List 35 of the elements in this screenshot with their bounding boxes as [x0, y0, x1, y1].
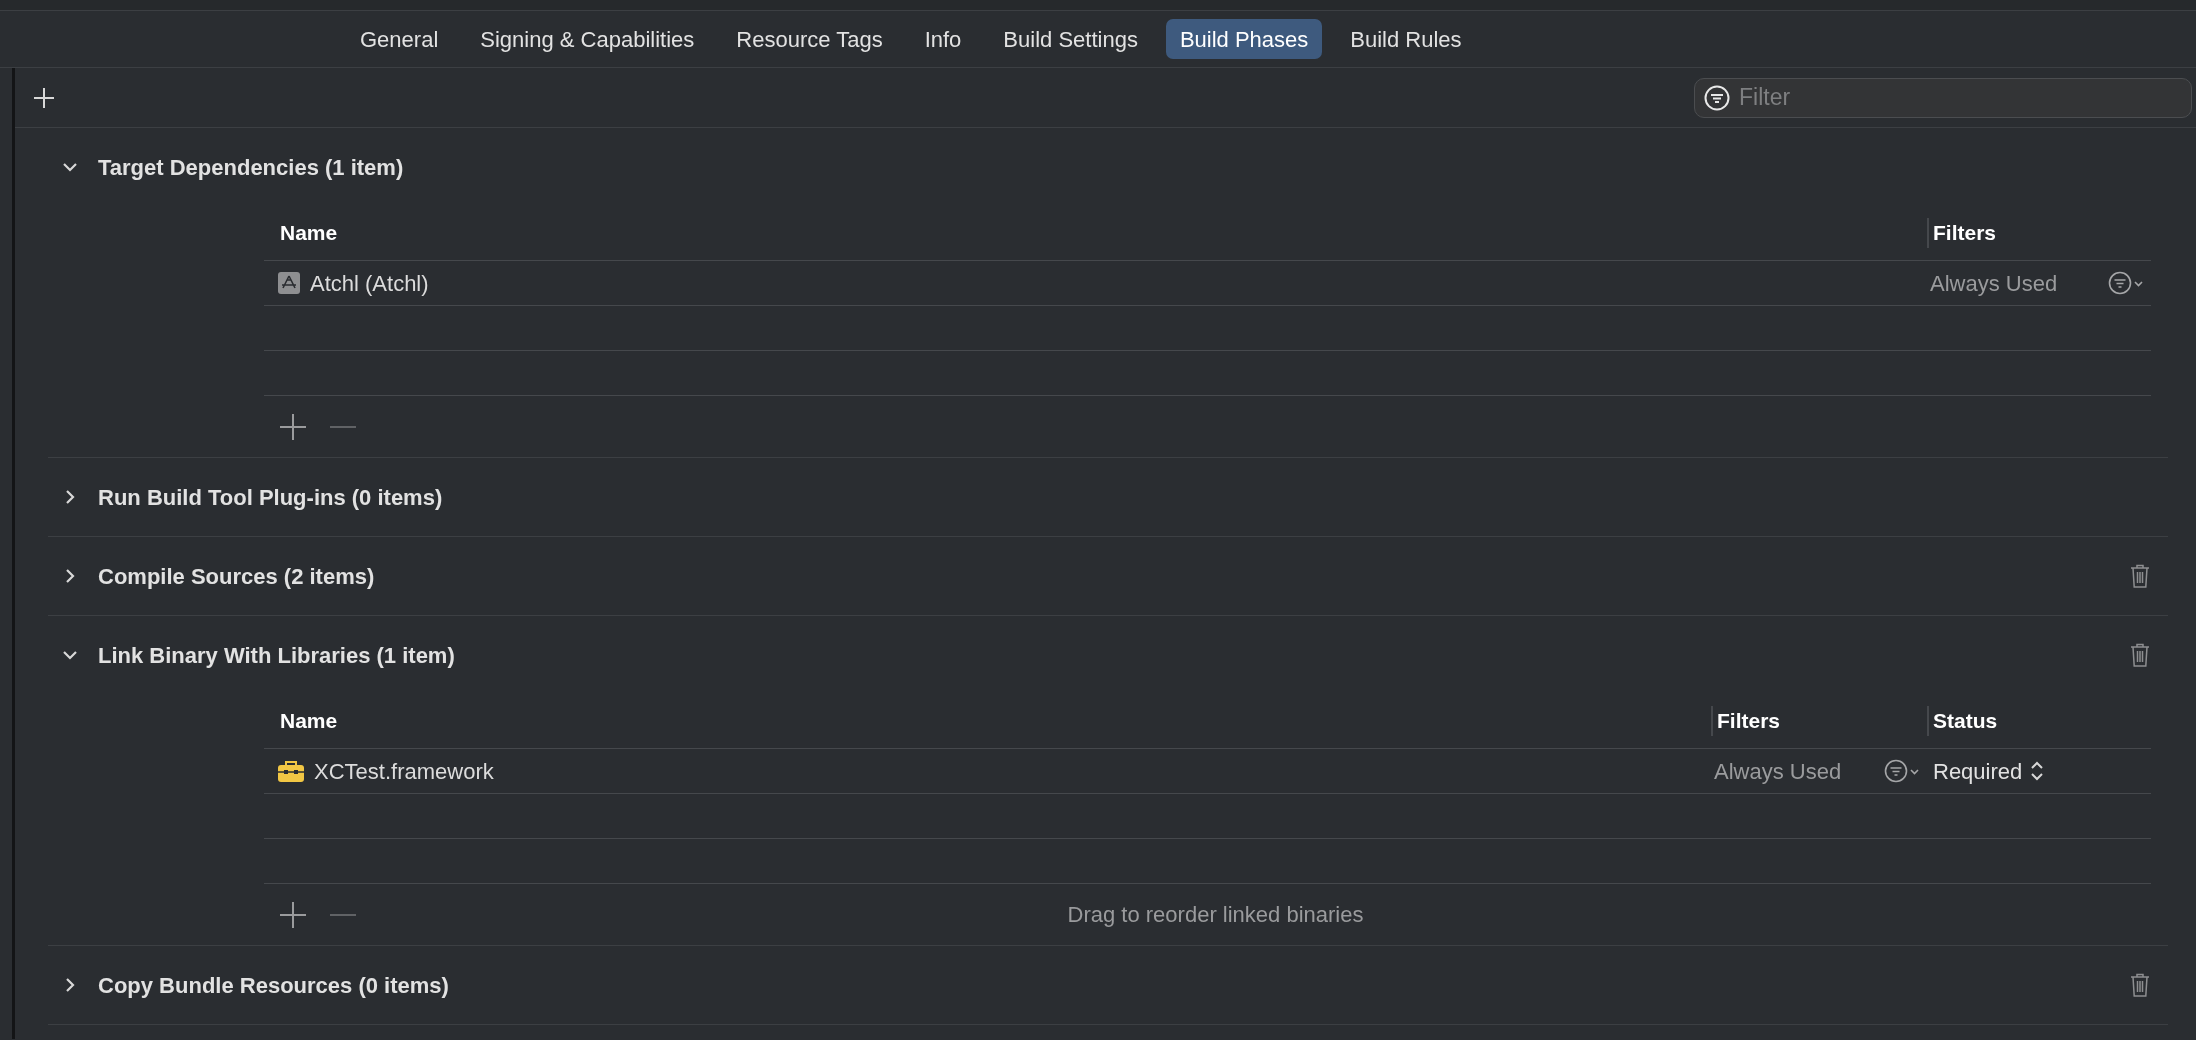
- section-title: Run Build Tool Plug-ins (0 items): [98, 483, 443, 512]
- item-name: Atchl (Atchl): [310, 269, 429, 298]
- add-icon[interactable]: [280, 413, 306, 440]
- filter-field[interactable]: Filter: [1694, 77, 2192, 118]
- section-title: Target Dependencies (1 item): [98, 153, 404, 182]
- section-title: Link Binary With Libraries (1 item): [98, 641, 455, 670]
- trash-icon[interactable]: [2130, 564, 2150, 588]
- column-header[interactable]: Name: [280, 217, 338, 249]
- status-popup[interactable]: Required: [1933, 754, 2045, 788]
- filter-icon: [1704, 84, 1730, 111]
- trash-icon[interactable]: [2130, 973, 2150, 997]
- up-down-icon: [2030, 760, 2045, 782]
- filter-value: Always Used: [1930, 269, 2058, 298]
- filter-menu-icon[interactable]: [2108, 271, 2143, 295]
- tab[interactable]: Build Rules: [1336, 19, 1476, 59]
- app-icon: [278, 272, 300, 294]
- filter-value: Always Used: [1714, 757, 1842, 786]
- column-header[interactable]: Filters: [1933, 217, 1997, 249]
- column-header[interactable]: Name: [280, 705, 338, 737]
- item-name: XCTest.framework: [314, 757, 494, 786]
- filter-menu-icon[interactable]: [1884, 759, 1919, 783]
- tab[interactable]: Signing & Capabilities: [466, 19, 709, 59]
- tab[interactable]: Resource Tags: [722, 19, 897, 59]
- tab[interactable]: Build Phases: [1165, 19, 1323, 59]
- tab[interactable]: Info: [910, 19, 976, 59]
- toolbox-icon: [278, 760, 304, 782]
- tab[interactable]: General: [346, 19, 453, 59]
- column-header[interactable]: Status: [1933, 705, 1998, 737]
- section-title: Copy Bundle Resources (0 items): [98, 971, 449, 1000]
- column-header[interactable]: Filters: [1717, 705, 1781, 737]
- tab[interactable]: Build Settings: [989, 19, 1152, 59]
- add-icon[interactable]: [280, 901, 306, 928]
- hint-text: Drag to reorder linked binaries: [1067, 901, 1364, 929]
- trash-icon[interactable]: [2130, 643, 2150, 667]
- section-title: Compile Sources (2 items): [98, 562, 375, 591]
